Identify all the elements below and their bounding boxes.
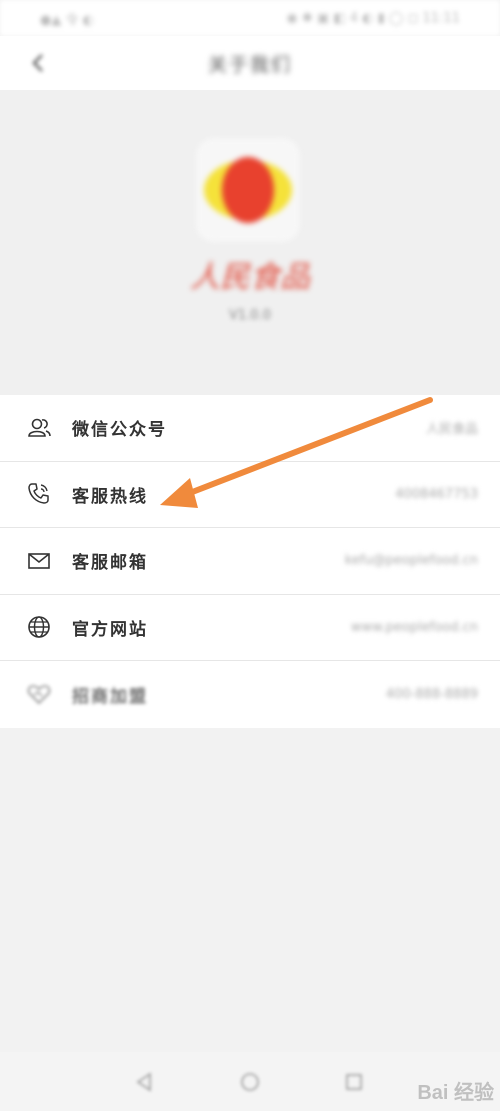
globe-icon bbox=[26, 614, 52, 640]
home-circle-icon[interactable] bbox=[238, 1070, 262, 1094]
baidu-watermark: Bai 经验 bbox=[417, 1076, 494, 1105]
page-title: 关于我们 bbox=[207, 53, 292, 76]
brand-name: 人民食品 bbox=[190, 260, 310, 295]
logo-icon bbox=[204, 157, 292, 223]
handshake-icon bbox=[26, 681, 52, 707]
row-label: 微信公众号 bbox=[72, 420, 167, 441]
system-nav-bar: Bai 经验 bbox=[0, 1052, 500, 1111]
row-label: 招商加盟 bbox=[72, 686, 148, 707]
row-label: 官方网站 bbox=[72, 619, 148, 640]
row-hotline[interactable]: 客服热线 4008467753 bbox=[0, 461, 500, 528]
row-value: 4008467753 bbox=[395, 486, 478, 502]
app-version: V1.0.0 bbox=[229, 308, 271, 323]
row-value: kefu@peoplefood.cn bbox=[344, 553, 478, 569]
people-icon bbox=[26, 415, 52, 441]
back-button[interactable] bbox=[24, 48, 54, 78]
mail-icon bbox=[26, 548, 52, 574]
row-value: www.peoplefood.cn bbox=[350, 619, 478, 635]
row-wechat[interactable]: 微信公众号 人民食品 bbox=[0, 395, 500, 462]
status-right: ◉ ✱ ▣ ◧ 4 ◐ ▮ ◯ ◻ 11:11 bbox=[286, 10, 460, 26]
back-triangle-icon[interactable] bbox=[132, 1070, 156, 1094]
nav-bar: 关于我们 bbox=[0, 36, 500, 90]
phone-icon bbox=[26, 481, 52, 507]
about-header: 人民食品 V1.0.0 bbox=[0, 90, 500, 395]
recents-square-icon[interactable] bbox=[342, 1070, 366, 1094]
status-bar: ●▲ 令 ◐ ◉ ✱ ▣ ◧ 4 ◐ ▮ ◯ ◻ 11:11 bbox=[0, 0, 500, 36]
row-website[interactable]: 官方网站 www.peoplefood.cn bbox=[0, 594, 500, 661]
row-email[interactable]: 客服邮箱 kefu@peoplefood.cn bbox=[0, 528, 500, 595]
row-value: 人民食品 bbox=[425, 422, 478, 438]
contact-list: 微信公众号 人民食品 客服热线 4008467753 客服邮箱 kefu@peo… bbox=[0, 395, 500, 728]
status-left: ●▲ 令 ◐ bbox=[40, 12, 94, 28]
row-label: 客服热线 bbox=[72, 486, 148, 507]
chevron-left-icon bbox=[32, 54, 43, 72]
watermark-text: Bai 经验 bbox=[417, 1082, 494, 1104]
row-label: 客服邮箱 bbox=[72, 553, 148, 574]
row-franchise[interactable]: 招商加盟 400-888-8889 bbox=[0, 661, 500, 728]
row-value: 400-888-8889 bbox=[385, 686, 478, 702]
app-logo bbox=[196, 138, 300, 242]
